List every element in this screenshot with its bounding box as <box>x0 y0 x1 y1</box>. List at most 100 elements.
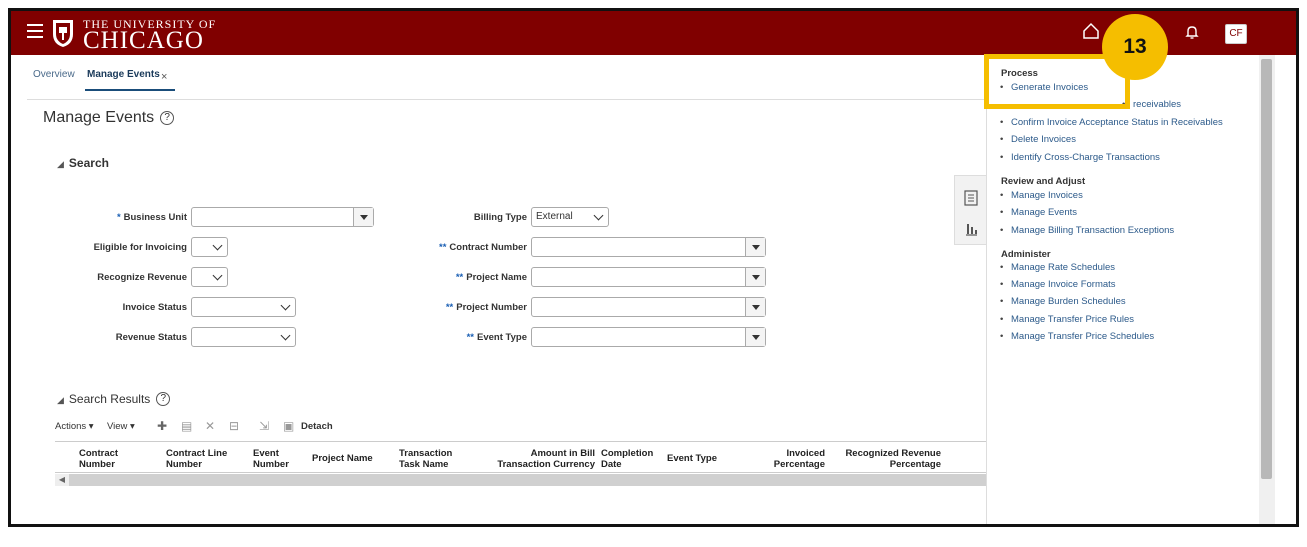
menu-icon[interactable] <box>27 24 43 38</box>
column-header-completion-date[interactable]: Completion Date <box>601 448 663 470</box>
event-type-label: ** Event Type <box>411 332 527 343</box>
search-header-text: Search <box>68 156 109 170</box>
university-shield-icon <box>53 20 73 47</box>
search-results-header[interactable]: ◢ Search Results? <box>57 392 171 406</box>
delete-icon[interactable]: ✕ <box>205 419 215 433</box>
detach-icon[interactable]: ▣ <box>283 419 294 433</box>
column-header-event-number[interactable]: Event Number <box>253 448 299 470</box>
active-tab-indicator <box>85 89 175 91</box>
project-number-label-text: Project Number <box>456 302 527 313</box>
project-name-label-text: Project Name <box>466 272 527 283</box>
logo-text-main: CHICAGO <box>83 27 204 54</box>
scroll-left-icon[interactable]: ◀ <box>55 474 69 486</box>
column-header-contract-line-number[interactable]: Contract Line Number <box>166 448 242 470</box>
dropdown-arrow-icon[interactable] <box>745 328 765 346</box>
tasks-panel: Process Generate Invoices receivables Co… <box>986 55 1259 524</box>
eligible-for-invoicing-select[interactable] <box>191 237 228 257</box>
panel-section-review: Review and Adjust <box>1001 176 1086 187</box>
task-link-delete-invoices[interactable]: Delete Invoices <box>1000 134 1076 145</box>
column-header-invoiced-percentage[interactable]: Invoiced Percentage <box>755 448 825 470</box>
view-menu[interactable]: View ▾ <box>107 421 135 432</box>
column-header-transaction-task-name[interactable]: Transaction Task Name <box>399 448 469 470</box>
actions-menu[interactable]: Actions ▾ <box>55 421 94 432</box>
billing-type-value: External <box>536 211 573 222</box>
tab-manage-events[interactable]: Manage Events <box>87 69 160 80</box>
required-marker: ** <box>445 302 454 313</box>
invoice-status-select[interactable] <box>191 297 296 317</box>
task-link-confirm-invoice-acceptance[interactable]: Confirm Invoice Acceptance Status in Rec… <box>1000 117 1223 128</box>
help-icon[interactable]: ? <box>160 111 175 125</box>
scrollbar-thumb[interactable] <box>1261 59 1272 479</box>
search-section-header[interactable]: ◢ Search <box>57 156 109 170</box>
required-marker: ** <box>466 332 475 343</box>
recognize-revenue-select[interactable] <box>191 267 228 287</box>
bar-chart-icon[interactable] <box>964 220 978 236</box>
business-unit-label: * Business Unit <box>101 212 187 223</box>
column-header-contract-number[interactable]: Contract Number <box>79 448 149 470</box>
vertical-scrollbar[interactable] <box>1259 55 1275 524</box>
dropdown-arrow-icon[interactable] <box>745 298 765 316</box>
task-link-manage-rate-schedules[interactable]: Manage Rate Schedules <box>1000 262 1115 273</box>
collapse-triangle-icon[interactable]: ◢ <box>57 395 64 406</box>
tab-overview[interactable]: Overview <box>33 69 75 80</box>
bell-icon[interactable] <box>1185 24 1199 40</box>
detach-button[interactable]: Detach <box>301 421 333 432</box>
task-link-manage-invoice-formats[interactable]: Manage Invoice Formats <box>1000 279 1115 290</box>
project-name-label: ** Project Name <box>411 272 527 283</box>
project-number-input[interactable] <box>531 297 766 317</box>
add-icon[interactable]: ✚ <box>157 419 167 433</box>
contract-number-label-text: Contract Number <box>449 242 527 253</box>
business-unit-select[interactable] <box>191 207 374 227</box>
horizontal-scrollbar[interactable]: ◀ <box>55 474 987 486</box>
task-link-manage-events[interactable]: Manage Events <box>1000 207 1077 218</box>
required-marker: * <box>116 212 121 223</box>
close-tab-icon[interactable]: × <box>161 71 167 83</box>
page-title-text: Manage Events <box>43 109 155 126</box>
task-link-identify-cross-charge[interactable]: Identify Cross-Charge Transactions <box>1000 152 1160 163</box>
window-edge <box>1275 55 1296 524</box>
task-link-manage-transfer-price-schedules[interactable]: Manage Transfer Price Schedules <box>1000 331 1154 342</box>
contract-number-input[interactable] <box>531 237 766 257</box>
column-header-project-name[interactable]: Project Name <box>312 453 388 464</box>
event-type-input[interactable] <box>531 327 766 347</box>
search-results-header-text: Search Results <box>68 392 151 406</box>
chevron-down-icon <box>280 330 291 341</box>
billing-type-label: Billing Type <box>473 212 527 223</box>
billing-type-select[interactable]: External <box>531 207 609 227</box>
recognize-revenue-label: Recognize Revenue <box>97 272 187 283</box>
freeze-icon[interactable]: ⊟ <box>229 419 239 433</box>
chevron-down-icon <box>593 210 604 221</box>
column-header-event-type[interactable]: Event Type <box>667 453 737 464</box>
app-window: THE UNIVERSITY OF CHICAGO CF Overview Ma… <box>8 8 1299 527</box>
task-link-manage-burden-schedules[interactable]: Manage Burden Schedules <box>1000 296 1126 307</box>
user-avatar[interactable]: CF <box>1225 24 1247 44</box>
panel-section-administer: Administer <box>1001 249 1051 260</box>
revenue-status-label: Revenue Status <box>115 332 187 343</box>
task-link-manage-transfer-price-rules[interactable]: Manage Transfer Price Rules <box>1000 314 1134 325</box>
results-table-header: Contract Number Contract Line Number Eve… <box>55 441 987 473</box>
task-link-manage-billing-exceptions[interactable]: Manage Billing Transaction Exceptions <box>1000 225 1174 236</box>
help-icon[interactable]: ? <box>156 392 171 406</box>
contract-number-label: ** Contract Number <box>411 242 527 253</box>
export-icon[interactable]: ⇲ <box>259 419 269 433</box>
task-link-manage-invoices[interactable]: Manage Invoices <box>1000 190 1083 201</box>
tab-bar: Overview Manage Events × <box>11 55 986 91</box>
business-unit-label-text: Business Unit <box>123 212 187 223</box>
page-title: Manage Events? <box>43 109 175 127</box>
edit-icon[interactable]: ▤ <box>181 419 192 433</box>
step-number-badge: 13 <box>1102 14 1168 80</box>
collapse-triangle-icon[interactable]: ◢ <box>57 159 64 170</box>
dropdown-arrow-icon[interactable] <box>745 268 765 286</box>
column-header-amount[interactable]: Amount in Bill Transaction Currency <box>485 448 595 470</box>
chevron-down-icon <box>280 300 291 311</box>
home-icon[interactable] <box>1082 22 1100 40</box>
task-link-receivables[interactable]: receivables <box>1122 99 1181 110</box>
project-name-input[interactable] <box>531 267 766 287</box>
tasks-icon[interactable] <box>964 190 978 206</box>
revenue-status-select[interactable] <box>191 327 296 347</box>
dropdown-arrow-icon[interactable] <box>745 238 765 256</box>
chevron-down-icon <box>212 270 223 281</box>
dropdown-arrow-icon[interactable] <box>353 208 373 226</box>
column-header-recognized-revenue-percentage[interactable]: Recognized Revenue Percentage <box>831 448 941 470</box>
project-number-label: ** Project Number <box>411 302 527 313</box>
